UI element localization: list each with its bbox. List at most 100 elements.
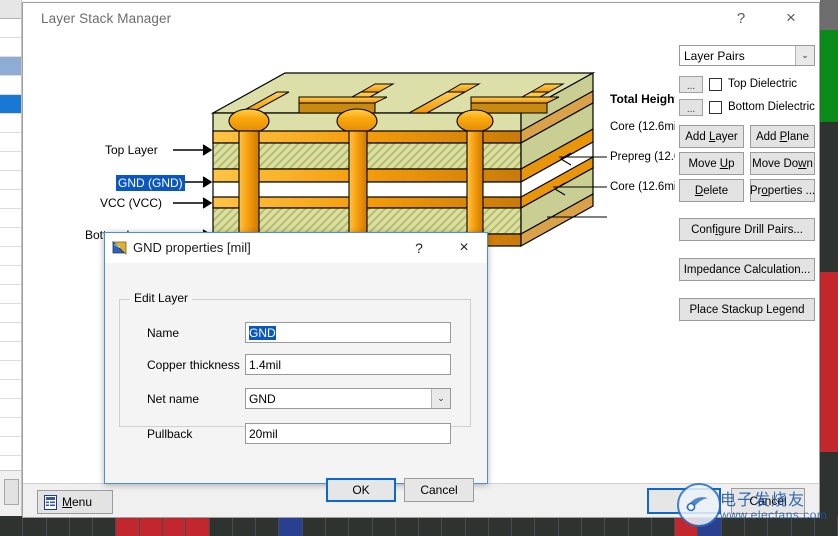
add-layer-button[interactable]: Add Layer xyxy=(679,125,744,148)
bottom-dielectric-browse-button[interactable]: ... xyxy=(679,98,703,116)
timeline-cell xyxy=(605,516,629,536)
timeline-cell xyxy=(209,516,233,536)
place-stackup-legend-button[interactable]: Place Stackup Legend xyxy=(679,298,815,321)
move-down-button[interactable]: Move Down xyxy=(750,152,815,175)
name-input[interactable]: GND xyxy=(245,322,451,343)
timeline-cell xyxy=(256,516,280,536)
bottom-dielectric-row: ... Bottom Dielectric xyxy=(679,98,815,116)
pullback-input-value: 20mil xyxy=(249,426,278,441)
properties-button[interactable]: Properties ... xyxy=(750,179,815,202)
add-plane-button[interactable]: Add Plane xyxy=(750,125,815,148)
dialog-title: GND properties [mil] xyxy=(133,240,251,255)
delete-button[interactable]: Delete xyxy=(679,179,744,202)
menu-button[interactable]: Menu xyxy=(37,490,113,514)
background-row xyxy=(0,76,21,95)
copper-thickness-input[interactable]: 1.4mil xyxy=(245,354,451,375)
layer-pairs-combo[interactable]: Layer Pairs ⌄ xyxy=(679,45,815,66)
layer-label-top-layer[interactable]: Top Layer xyxy=(105,143,158,157)
dialog-help-icon[interactable]: ? xyxy=(407,237,431,259)
background-row xyxy=(0,247,21,266)
timeline-cell xyxy=(582,516,606,536)
gnd-properties-dialog: GND properties [mil] ? × Edit Layer Name… xyxy=(104,232,488,502)
background-row xyxy=(0,323,21,342)
move-down-label: Move Down xyxy=(752,157,813,170)
timeline-cell xyxy=(814,516,838,536)
timeline-cell xyxy=(675,516,699,536)
net-name-combo[interactable]: GND ⌄ xyxy=(245,388,451,409)
timeline-cell xyxy=(46,516,70,536)
timeline-cell xyxy=(279,516,303,536)
dialog-body: Edit Layer Name GND Copper thickness 1.4… xyxy=(105,263,487,502)
bottom-dielectric-checkbox[interactable] xyxy=(709,100,722,114)
background-row xyxy=(0,266,21,285)
dialog-close-icon[interactable]: × xyxy=(449,237,479,259)
background-row xyxy=(0,114,21,133)
cancel-button-main[interactable]: Cancel xyxy=(731,488,805,514)
timeline-cell xyxy=(395,516,420,536)
timeline-cell xyxy=(558,516,583,536)
ruler-icon xyxy=(112,241,127,255)
top-dielectric-browse-button[interactable]: ... xyxy=(679,75,703,93)
background-row xyxy=(0,19,21,38)
timeline-cell xyxy=(745,516,769,536)
layer-pairs-combo-value: Layer Pairs xyxy=(684,48,745,63)
tool-panel: Layer Pairs ⌄ ... Top Dielectric ... Bot… xyxy=(675,35,819,485)
layer-label-vcc[interactable]: VCC (VCC) xyxy=(100,196,162,210)
help-icon[interactable]: ? xyxy=(719,3,763,33)
window-titlebar: Layer Stack Manager ? × xyxy=(23,3,819,35)
background-row xyxy=(0,342,21,361)
name-input-value: GND xyxy=(249,325,276,340)
list-icon xyxy=(44,494,57,510)
timeline-cell xyxy=(512,516,536,536)
net-name-field-label: Net name xyxy=(147,392,200,406)
configure-drill-pairs-button[interactable]: Configure Drill Pairs... xyxy=(679,218,815,241)
properties-label: Properties ... xyxy=(749,184,816,197)
timeline-cell xyxy=(325,516,350,536)
edit-layer-legend: Edit Layer xyxy=(130,291,193,305)
dark-app-background-strip xyxy=(820,0,838,520)
background-color-segment xyxy=(820,122,838,272)
dialog-ok-button[interactable]: OK xyxy=(326,478,396,502)
impedance-calculation-button[interactable]: Impedance Calculation... xyxy=(679,258,815,281)
timeline-background-strip xyxy=(0,516,838,536)
pullback-field-label: Pullback xyxy=(147,427,193,441)
close-icon[interactable]: × xyxy=(769,3,813,33)
timeline-cell xyxy=(162,516,187,536)
place-stackup-legend-label: Place Stackup Legend xyxy=(689,303,805,316)
timeline-cell xyxy=(116,516,140,536)
timeline-cell xyxy=(349,516,373,536)
annotation-total-height: Total Height (4 xyxy=(610,92,675,106)
background-color-segment xyxy=(820,272,838,452)
timeline-cell xyxy=(698,516,722,536)
timeline-cell xyxy=(139,516,163,536)
layer-label-gnd[interactable]: GND (GND) xyxy=(116,175,185,191)
name-field-label: Name xyxy=(147,326,180,340)
top-dielectric-label: Top Dielectric xyxy=(728,78,798,90)
pullback-input[interactable]: 20mil xyxy=(245,423,451,444)
top-dielectric-checkbox[interactable] xyxy=(709,77,722,91)
background-bottom-panel xyxy=(0,470,22,516)
background-row xyxy=(0,285,21,304)
net-name-chevron-down-icon[interactable]: ⌄ xyxy=(431,389,450,408)
annotation-core-2: Core (12.6mil) xyxy=(610,181,675,193)
move-up-button[interactable]: Move Up xyxy=(679,152,744,175)
chevron-down-icon[interactable]: ⌄ xyxy=(795,46,814,65)
timeline-cell xyxy=(721,516,745,536)
copper-thickness-field-label: Copper thickness xyxy=(147,358,240,372)
timeline-cell xyxy=(791,516,815,536)
copper-thickness-input-value: 1.4mil xyxy=(249,357,282,372)
configure-drill-pairs-label: Configure Drill Pairs... xyxy=(691,223,803,236)
timeline-cell xyxy=(23,516,47,536)
add-layer-label: Add Layer xyxy=(685,130,738,143)
dialog-cancel-button[interactable]: Cancel xyxy=(404,478,474,502)
background-row xyxy=(0,418,21,437)
background-row xyxy=(0,304,21,323)
timeline-cell xyxy=(628,516,652,536)
background-row xyxy=(0,57,21,76)
delete-label: Delete xyxy=(694,184,729,197)
timeline-cell xyxy=(465,516,489,536)
background-color-segment xyxy=(820,452,838,520)
ok-button-main[interactable] xyxy=(647,488,721,514)
background-row xyxy=(0,399,21,418)
move-up-label: Move Up xyxy=(688,157,735,170)
